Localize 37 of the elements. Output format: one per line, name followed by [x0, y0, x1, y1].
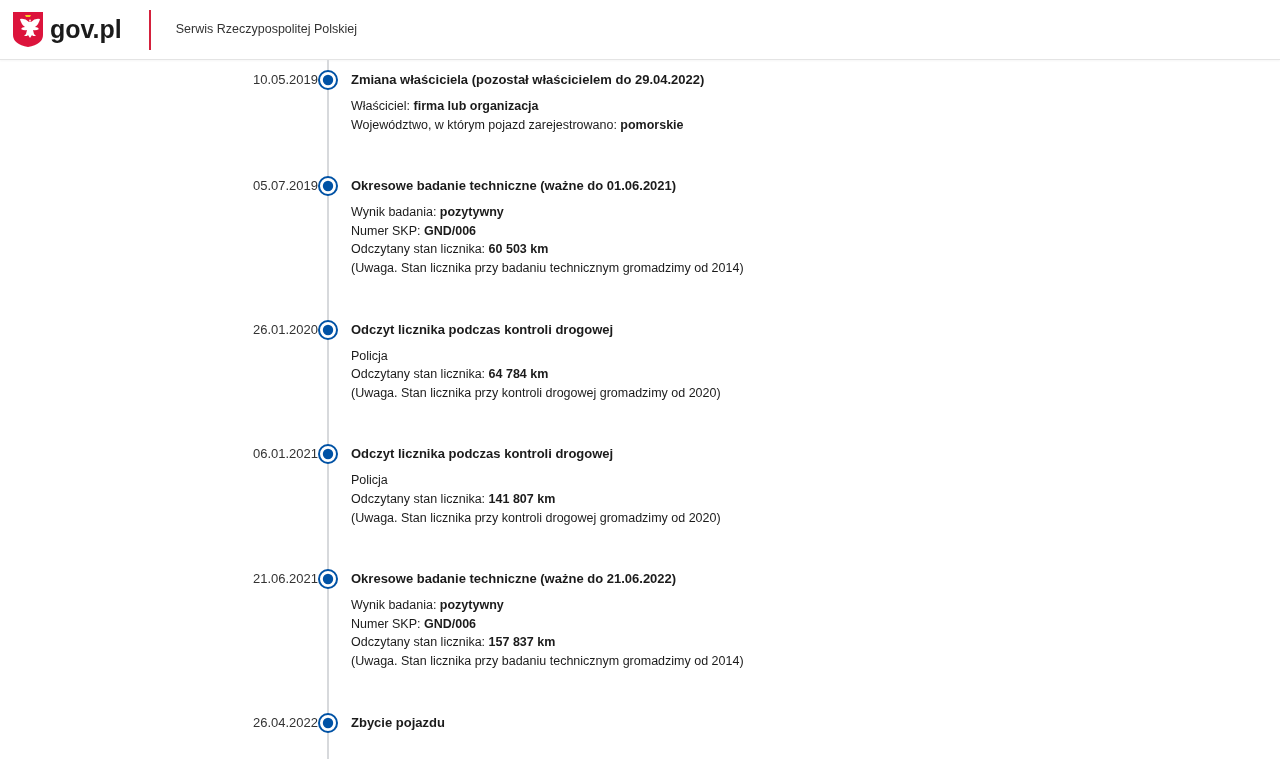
- event-date: 06.01.2021: [252, 445, 318, 464]
- event-detail: (Uwaga. Stan licznika przy kontroli drogowej gromadzimy od 2020): [351, 509, 721, 527]
- event-title: Okresowe badanie techniczne (ważne do 01.06.2021): [351, 177, 678, 196]
- event-detail: Odczytany stan licznika: 141 807 km: [351, 490, 557, 508]
- event-detail: (Uwaga. Stan licznika przy badaniu technicznym gromadzimy od 2014): [351, 652, 744, 670]
- event-title: Zmiana właściciela (pozostał właścicielem do 29.04.2022): [351, 71, 705, 89]
- event-detail: Numer SKP: GND/006: [351, 615, 478, 633]
- timeline-dot-icon: [318, 444, 338, 465]
- event-detail: Województwo, w którym pojazd zarejestrowano: pomorskie: [351, 116, 685, 134]
- timeline-dot-icon: [318, 70, 338, 90]
- event-date: 26.04.2022: [252, 713, 318, 732]
- timeline-dot-icon: [318, 176, 338, 197]
- timeline-dot-icon: [318, 319, 338, 340]
- event-date: 21.06.2021: [252, 570, 318, 589]
- event-detail: Odczytany stan licznika: 64 784 km: [351, 366, 550, 384]
- event-title: Odczyt licznika podczas kontroli drogowej: [351, 320, 615, 339]
- event-detail: Właściciel: firma lub organizacja: [351, 98, 540, 115]
- service-name: Serwis Rzeczypospolitej Polskiej: [175, 21, 358, 39]
- event-detail: Numer SKP: GND/006: [351, 222, 478, 240]
- event-detail: (Uwaga. Stan licznika przy kontroli drogowej gromadzimy od 2020): [351, 384, 721, 402]
- eagle-emblem-icon: [12, 11, 44, 48]
- event-title: Zbycie pojazdu: [351, 713, 445, 732]
- event-detail: Wynik badania: pozytywny: [351, 204, 505, 222]
- event-detail: (Uwaga. Stan licznika przy badaniu technicznym gromadzimy od 2014): [351, 259, 744, 277]
- timeline-dot-icon: [318, 569, 338, 590]
- event-detail: Odczytany stan licznika: 157 837 km: [351, 634, 557, 652]
- event-detail: Wynik badania: pozytywny: [351, 597, 505, 615]
- event-detail: Odczytany stan licznika: 60 503 km: [351, 241, 550, 259]
- event-date: 05.07.2019: [252, 177, 318, 196]
- event-title: Odczyt licznika podczas kontroli drogowej: [351, 445, 615, 464]
- timeline-dot-icon: [318, 712, 338, 733]
- event-detail: Policja: [351, 347, 389, 365]
- event-title: Okresowe badanie techniczne (ważne do 21.06.2022): [351, 570, 678, 589]
- event-date: 10.05.2019: [252, 71, 318, 89]
- event-date: 26.01.2020: [252, 320, 318, 339]
- logo-text[interactable]: gov.pl: [50, 17, 122, 42]
- event-detail: Policja: [351, 472, 389, 490]
